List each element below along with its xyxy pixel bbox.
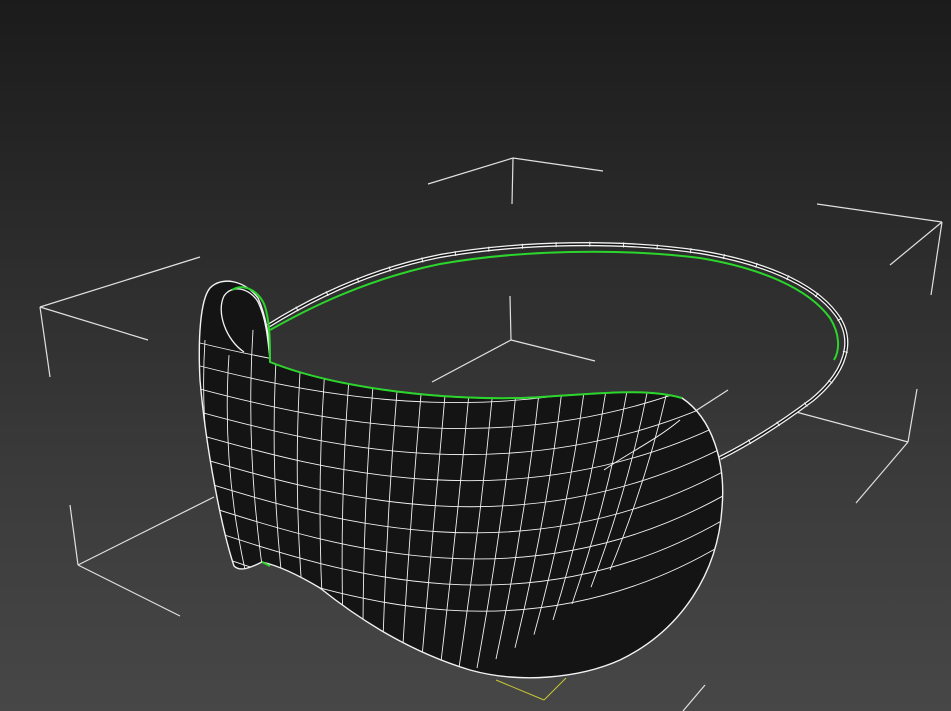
bbox-corner-center	[431, 295, 596, 383]
bbox-corner-top-right	[816, 203, 943, 296]
bbox-corner-bottom-right	[795, 388, 918, 504]
3d-viewport[interactable]	[0, 0, 951, 711]
eye-mask-object[interactable]	[198, 280, 730, 680]
pivot-gizmo[interactable]	[495, 677, 567, 701]
bbox-corner-bottom-left	[69, 496, 215, 617]
bbox-corner-top-left	[39, 256, 201, 378]
strap-segment-tick	[689, 248, 692, 254]
pivot-axis-x	[495, 679, 545, 701]
pivot-axis-y	[543, 677, 567, 701]
strap-segment-tick	[488, 246, 490, 252]
selection-strap-loop	[269, 250, 840, 361]
bbox-corner-top-back	[427, 157, 604, 205]
viewport-scene[interactable]	[0, 0, 951, 711]
bbox-corner-bottom-center	[682, 684, 706, 711]
